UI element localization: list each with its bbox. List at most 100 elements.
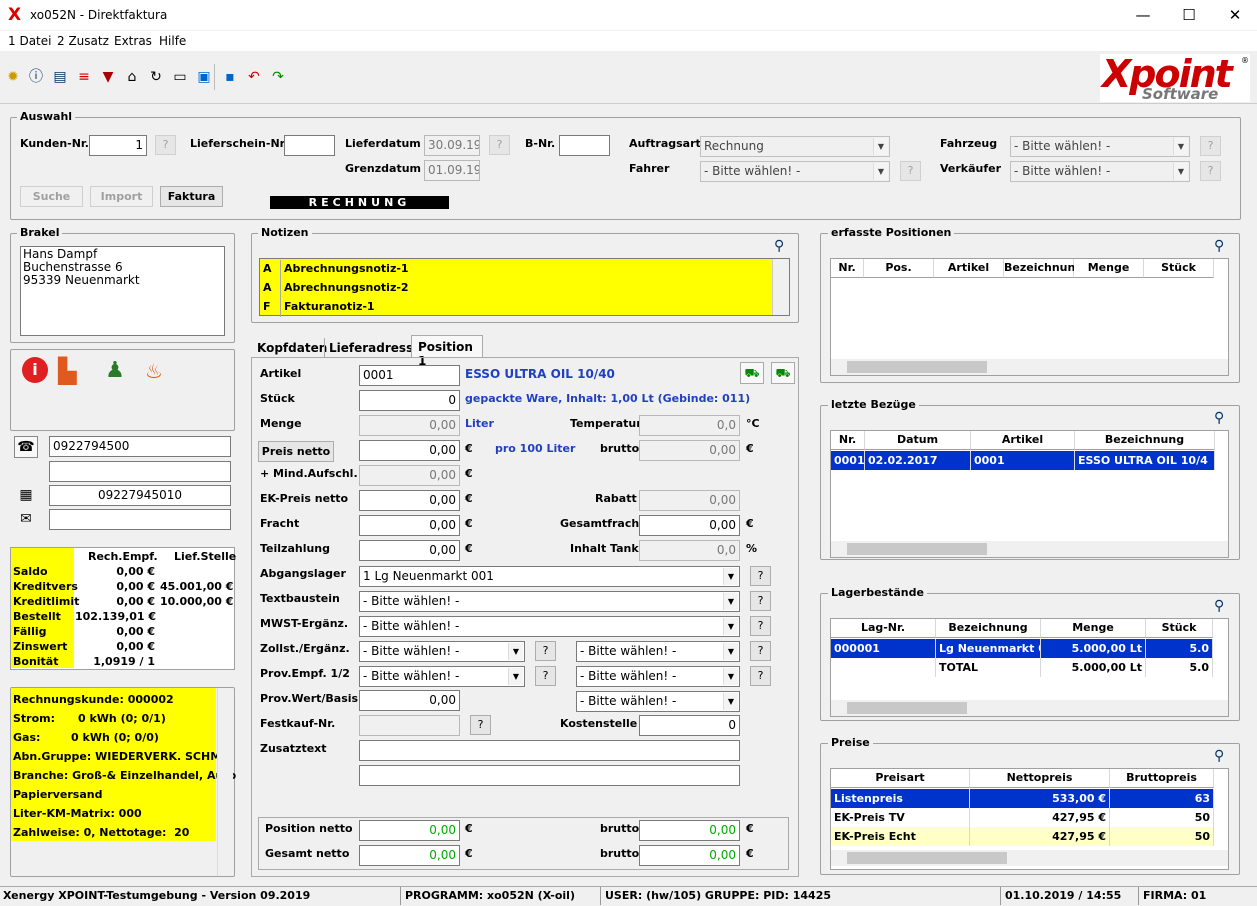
fahrzeug-lookup-button[interactable]: ? — [1200, 136, 1221, 156]
lager-cell[interactable]: 5.000,00 Lt — [1041, 658, 1146, 677]
save-icon[interactable]: ▪ — [221, 68, 239, 86]
auftragsart-select[interactable]: Rechnung ▼ — [700, 136, 890, 157]
prov-lookup-button[interactable]: ? — [535, 666, 556, 686]
maximize-button[interactable]: ☐ — [1166, 0, 1212, 30]
fracht-input[interactable]: 0,00 — [359, 515, 460, 536]
minimize-button[interactable]: — — [1120, 0, 1166, 30]
cart-add-icon[interactable]: ⛟ — [771, 362, 795, 384]
textbaustein-lookup-button[interactable]: ? — [750, 591, 771, 611]
erfasste-hscroll[interactable] — [831, 359, 1228, 375]
grenzdatum-input[interactable]: 01.09.19 — [424, 160, 480, 181]
preise-cell[interactable]: 50 — [1110, 808, 1214, 827]
phone-icon[interactable]: ☎ — [14, 436, 38, 458]
lager-col-header[interactable]: Bezeichnung — [936, 619, 1041, 638]
suche-button[interactable]: Suche — [20, 186, 83, 207]
lager-cell[interactable]: 5.0 — [1146, 658, 1213, 677]
rabatt-input[interactable]: 0,00 — [639, 490, 740, 511]
menu-zusatz[interactable]: 2 Zusatz — [57, 34, 109, 48]
kunden-lookup-button[interactable]: ? — [155, 135, 176, 155]
phone-input[interactable]: 0922794500 — [49, 436, 231, 457]
bezuege-col-header[interactable]: Nr. — [831, 431, 865, 450]
lieferdatum-button[interactable]: ? — [489, 135, 510, 155]
preise-cell[interactable]: EK-Preis TV — [831, 808, 970, 827]
preise-col-header[interactable]: Bruttopreis — [1110, 769, 1214, 788]
kunden-input[interactable]: 1 — [89, 135, 147, 156]
person-icon[interactable]: ♟ — [104, 357, 126, 385]
gesnetto-input[interactable]: 0,00 — [359, 845, 460, 866]
notizen-scrollbar[interactable] — [772, 259, 789, 315]
mail-icon[interactable]: ✉ — [14, 509, 38, 531]
book-icon[interactable]: ▤ — [51, 68, 69, 86]
scroll-thumb[interactable] — [847, 702, 967, 714]
lager-hscroll[interactable] — [831, 700, 1228, 716]
gesbrutto-input[interactable]: 0,00 — [639, 845, 740, 866]
ek-input[interactable]: 0,00 — [359, 490, 460, 511]
bezuege-cell[interactable]: 02.02.2017 — [865, 451, 971, 470]
zollst-lookup-button[interactable]: ? — [535, 641, 556, 661]
flame-icon[interactable]: ♨ — [143, 357, 165, 385]
print-icon[interactable]: ▭ — [171, 68, 189, 86]
bezuege-col-header[interactable]: Bezeichnung — [1075, 431, 1215, 450]
tab-kopfdaten[interactable]: Kopfdaten — [253, 338, 327, 358]
preise-col-header[interactable]: Nettopreis — [970, 769, 1110, 788]
preise-hscroll[interactable] — [831, 850, 1228, 866]
close-button[interactable]: ✕ — [1212, 0, 1257, 30]
scroll-thumb[interactable] — [847, 852, 1007, 864]
info-scrollbar[interactable] — [217, 688, 233, 876]
bezuege-col-header[interactable]: Artikel — [971, 431, 1075, 450]
fax-icon[interactable]: ▦ — [14, 485, 38, 507]
verkaeufer-lookup-button[interactable]: ? — [1200, 161, 1221, 181]
info-icon[interactable]: ⓘ — [27, 68, 45, 86]
bulb-icon[interactable]: ✹ — [4, 68, 22, 86]
zusatz-input-2[interactable] — [359, 765, 740, 786]
home-icon[interactable]: ⌂ — [123, 68, 141, 86]
bezuege-cell[interactable]: 0001 — [971, 451, 1075, 470]
temperatur-input[interactable]: 0,0 — [639, 415, 740, 436]
artikel-input[interactable]: 0001 — [359, 365, 460, 386]
gesamtfracht-input[interactable]: 0,00 — [639, 515, 740, 536]
abgang-lookup-button[interactable]: ? — [750, 566, 771, 586]
lager-cell[interactable] — [831, 658, 936, 677]
fax-input[interactable]: 09227945010 — [49, 485, 231, 506]
erfasste-col-header[interactable]: Bezeichnun — [1004, 259, 1075, 278]
lager-col-header[interactable]: Lag-Nr. — [831, 619, 936, 638]
teilzahlung-input[interactable]: 0,00 — [359, 540, 460, 561]
fahrer-lookup-button[interactable]: ? — [900, 161, 921, 181]
mwst-select[interactable]: - Bitte wählen! - ▼ — [359, 616, 740, 637]
festkauf-input[interactable] — [359, 715, 460, 736]
zoom-icon[interactable]: ⚲ — [1214, 238, 1224, 254]
cart-icon[interactable]: ⛟ — [740, 362, 764, 384]
email-input[interactable] — [49, 509, 231, 530]
prov-select[interactable]: - Bitte wählen! - ▼ — [359, 666, 525, 687]
textbaustein-select[interactable]: - Bitte wählen! - ▼ — [359, 591, 740, 612]
prov2-lookup-button[interactable]: ? — [750, 666, 771, 686]
zoom-icon[interactable]: ⚲ — [1214, 598, 1224, 614]
scroll-thumb[interactable] — [847, 361, 987, 373]
customer-address[interactable]: Hans Dampf Buchenstrasse 6 95339 Neuenma… — [20, 246, 225, 336]
zollst2-lookup-button[interactable]: ? — [750, 641, 771, 661]
lieferschein-input[interactable] — [284, 135, 335, 156]
menu-datei[interactable]: 1 Datei — [8, 34, 51, 48]
alert-icon[interactable]: i — [22, 357, 48, 383]
zoom-icon[interactable]: ⚲ — [1214, 748, 1224, 764]
fahrzeug-select[interactable]: - Bitte wählen! - ▼ — [1010, 136, 1190, 157]
zollst-select[interactable]: - Bitte wählen! - ▼ — [359, 641, 525, 662]
prov-select-2[interactable]: - Bitte wählen! - ▼ — [576, 666, 740, 687]
preise-cell[interactable]: 63 — [1110, 789, 1214, 808]
lager-cell[interactable]: 5.0 — [1146, 639, 1213, 658]
zoom-icon[interactable]: ⚲ — [1214, 410, 1224, 426]
lager-cell[interactable]: 5.000,00 Lt — [1041, 639, 1146, 658]
lieferdatum-input[interactable]: 30.09.19 — [424, 135, 480, 156]
filter-icon[interactable]: ▼ — [99, 68, 117, 86]
lager-cell[interactable]: 000001 — [831, 639, 936, 658]
database-icon[interactable]: ≡ — [75, 68, 93, 86]
scroll-thumb[interactable] — [847, 543, 987, 555]
bnr-input[interactable] — [559, 135, 610, 156]
mind-input[interactable]: 0,00 — [359, 465, 460, 486]
stueck-input[interactable]: 0 — [359, 390, 460, 411]
lager-cell[interactable]: Lg Neuenmarkt 0 — [936, 639, 1041, 658]
erfasste-col-header[interactable]: Artikel — [934, 259, 1004, 278]
preis-netto-button[interactable]: Preis netto — [258, 441, 334, 462]
kostenstelle-input[interactable]: 0 — [639, 715, 740, 736]
bezuege-cell[interactable]: 0001 — [831, 451, 865, 470]
